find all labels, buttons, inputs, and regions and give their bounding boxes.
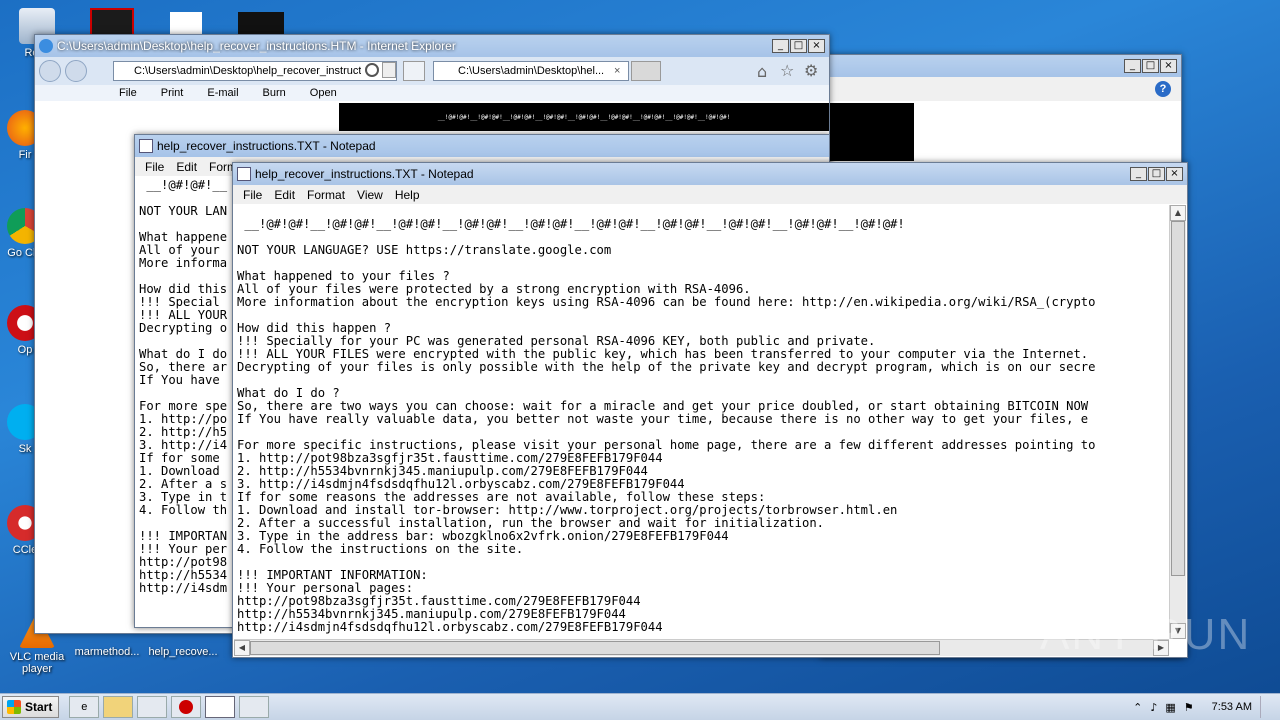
- home-icon[interactable]: ⌂: [757, 62, 767, 81]
- scroll-left-arrow[interactable]: ◀: [234, 640, 250, 656]
- scroll-thumb[interactable]: [1171, 221, 1185, 576]
- menu-edit[interactable]: Edit: [170, 160, 203, 174]
- new-tab-button[interactable]: [631, 61, 661, 81]
- vertical-scrollbar[interactable]: ▲ ▼: [1169, 205, 1186, 639]
- notepad-back-title: help_recover_instructions.TXT - Notepad: [157, 139, 376, 153]
- desktop-icon-help-recover[interactable]: help_recove...: [148, 646, 218, 658]
- menu-file[interactable]: File: [139, 160, 170, 174]
- clock[interactable]: 7:53 AM: [1212, 701, 1252, 713]
- horizontal-scrollbar[interactable]: ◀ ▶: [234, 639, 1169, 656]
- taskbar-folder-icon[interactable]: [103, 696, 134, 718]
- text-line: Decrypting of your files is only possibl…: [237, 360, 1096, 374]
- network-icon[interactable]: ▦: [1165, 701, 1175, 714]
- ie-tab[interactable]: C:\Users\admin\Desktop\hel... ×: [433, 61, 629, 81]
- menu-file[interactable]: File: [119, 87, 137, 99]
- notepad-icon: [237, 167, 251, 181]
- taskbar-opera-icon[interactable]: [171, 696, 202, 718]
- scroll-h-thumb[interactable]: [250, 641, 940, 655]
- desktop-icon-marmethod[interactable]: marmethod...: [72, 646, 142, 658]
- menu-open[interactable]: Open: [310, 87, 337, 99]
- ie-content-banner: __!@#!@#!__!@#!@#!__!@#!@#!__!@#!@#!__!@…: [339, 103, 829, 131]
- text-line: 4. Follow the instructions on the site.: [237, 542, 524, 556]
- desktop-icon-label: Fir: [18, 149, 32, 161]
- maximize-button[interactable]: □: [1148, 167, 1165, 181]
- menu-email[interactable]: E-mail: [207, 87, 238, 99]
- ie-caption-buttons: _ □ ×: [772, 39, 825, 53]
- minimize-button[interactable]: _: [1130, 167, 1147, 181]
- show-desktop-button[interactable]: [1260, 696, 1272, 718]
- background-window-toolbar: ?: [821, 77, 1181, 101]
- start-button[interactable]: Start: [2, 696, 60, 718]
- menu-edit[interactable]: Edit: [268, 188, 301, 202]
- menu-view[interactable]: View: [351, 188, 389, 202]
- notepad-window-front[interactable]: help_recover_instructions.TXT - Notepad …: [232, 162, 1188, 658]
- notepad-front-titlebar: help_recover_instructions.TXT - Notepad …: [233, 163, 1187, 185]
- minimize-button[interactable]: _: [772, 39, 789, 53]
- ie-navbar: C:\Users\admin\Desktop\help_recover_inst…: [35, 57, 829, 85]
- back-button[interactable]: [39, 60, 61, 82]
- maximize-button[interactable]: □: [790, 39, 807, 53]
- help-icon[interactable]: ?: [1155, 81, 1171, 97]
- start-label: Start: [25, 700, 53, 714]
- text-line: NOT YOUR LANGUAGE? USE https://translate…: [237, 243, 612, 257]
- watermark: ANY RUN: [1040, 610, 1252, 659]
- maximize-button[interactable]: □: [1142, 59, 1159, 73]
- background-window-titlebar: _ □ ×: [821, 55, 1181, 77]
- forward-button[interactable]: [65, 60, 87, 82]
- flag-icon[interactable]: ⚑: [1184, 701, 1194, 714]
- ie-command-bar: File Print E-mail Burn Open: [35, 85, 829, 101]
- tab-label: C:\Users\admin\Desktop\hel...: [458, 65, 605, 77]
- taskbar: Start e ⌃ ♪ ▦ ⚑ 7:53 AM: [0, 693, 1280, 720]
- ie-titlebar: C:\Users\admin\Desktop\help_recover_inst…: [35, 35, 829, 57]
- minimize-button[interactable]: _: [1124, 59, 1141, 73]
- menu-format[interactable]: Format: [301, 188, 351, 202]
- text-line: If You have really valuable data, you be…: [237, 412, 1089, 426]
- ie-icon: [39, 39, 53, 53]
- close-button[interactable]: ×: [1160, 59, 1177, 73]
- text-line: [237, 374, 1168, 387]
- search-icon[interactable]: [365, 63, 379, 77]
- system-tray: ⌃ ♪ ▦ ⚑ 7:53 AM: [1133, 696, 1280, 718]
- notepad-front-text-lines: __!@#!@#!__!@#!@#!__!@#!@#!__!@#!@#!__!@…: [237, 205, 1168, 638]
- desktop-icon-label: help_recove...: [148, 646, 218, 658]
- text-line: __!@#!@#!__!@#!@#!__!@#!@#!__!@#!@#!__!@…: [237, 217, 905, 231]
- banner-text: __!@#!@#!__!@#!@#!__!@#!@#!__!@#!@#!__!@…: [437, 113, 731, 121]
- text-line: More information about the encryption ke…: [237, 295, 1096, 309]
- favorites-icon[interactable]: ☆: [780, 61, 794, 80]
- menu-help[interactable]: Help: [389, 188, 426, 202]
- close-button[interactable]: ×: [808, 39, 825, 53]
- desktop-icon-label: VLC media player: [9, 651, 65, 675]
- notepad-front-menubar: File Edit Format View Help: [233, 185, 1187, 204]
- ie-window-title: C:\Users\admin\Desktop\help_recover_inst…: [57, 39, 456, 53]
- gear-icon[interactable]: ⚙: [804, 61, 818, 80]
- notepad-icon: [139, 139, 153, 153]
- black-banner-area: [821, 103, 914, 161]
- text-line: http://i4sdmjn4fsdsdqfhu12l.orbyscabz.co…: [237, 620, 663, 634]
- desktop-icon-label: Op: [17, 344, 33, 356]
- refresh-button[interactable]: [403, 61, 425, 81]
- menu-print[interactable]: Print: [161, 87, 184, 99]
- desktop-icon-label: marmethod...: [74, 646, 140, 658]
- volume-icon[interactable]: ♪: [1150, 701, 1157, 714]
- windows-logo-icon: [7, 700, 21, 714]
- notepad-caption-buttons: _ □ ×: [1130, 167, 1183, 181]
- background-window-caption-buttons: _ □ ×: [1124, 59, 1177, 73]
- menu-burn[interactable]: Burn: [263, 87, 286, 99]
- tray-expand-icon[interactable]: ⌃: [1133, 701, 1142, 714]
- taskbar-window-icon[interactable]: [239, 696, 270, 718]
- address-text: C:\Users\admin\Desktop\help_recover_inst…: [134, 65, 362, 77]
- taskbar-media-icon[interactable]: [137, 696, 168, 718]
- menu-file[interactable]: File: [237, 188, 268, 202]
- scroll-up-arrow[interactable]: ▲: [1170, 205, 1186, 221]
- notepad-front-title: help_recover_instructions.TXT - Notepad: [255, 167, 474, 181]
- desktop-icon-label: Sk: [18, 443, 32, 455]
- taskbar-notepad-icon[interactable]: [205, 696, 236, 718]
- notepad-back-titlebar: help_recover_instructions.TXT - Notepad: [135, 135, 829, 157]
- taskbar-ie-icon[interactable]: e: [69, 696, 100, 718]
- close-tab-icon[interactable]: ×: [614, 65, 628, 77]
- notepad-front-editor[interactable]: __!@#!@#!__!@#!@#!__!@#!@#!__!@#!@#!__!@…: [234, 205, 1186, 656]
- address-bar[interactable]: C:\Users\admin\Desktop\help_recover_inst…: [113, 61, 397, 81]
- close-button[interactable]: ×: [1166, 167, 1183, 181]
- dropdown-icon[interactable]: [382, 62, 396, 78]
